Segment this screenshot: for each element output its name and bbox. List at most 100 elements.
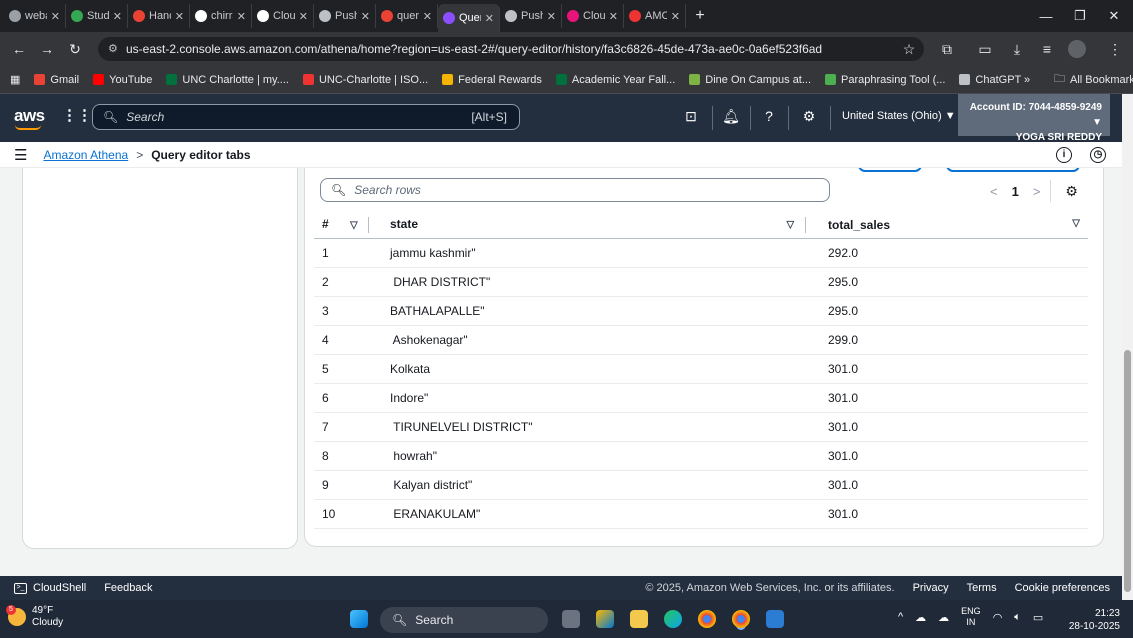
current-page-number[interactable]: 1: [1012, 184, 1019, 199]
close-tab-icon[interactable]: ✕: [423, 10, 432, 23]
column-header-total-sales[interactable]: total_sales ▽: [820, 212, 1088, 239]
sort-icon[interactable]: ▽: [1072, 218, 1080, 229]
notifications-bell-icon[interactable]: 🔔︎: [722, 108, 740, 125]
feedback-link[interactable]: Feedback: [104, 582, 152, 594]
close-tab-icon[interactable]: ✕: [361, 10, 370, 23]
close-tab-icon[interactable]: ✕: [671, 10, 680, 23]
close-tab-icon[interactable]: ✕: [175, 10, 184, 23]
apps-grid-icon[interactable]: ▦: [10, 73, 20, 86]
cloudshell-button[interactable]: >_ CloudShell: [14, 582, 86, 594]
forward-icon[interactable]: →: [36, 41, 58, 57]
previous-page-icon[interactable]: <: [990, 184, 998, 199]
close-tab-icon[interactable]: ✕: [485, 12, 494, 25]
reload-icon[interactable]: ↻: [64, 41, 86, 58]
bookmark-item[interactable]: ChatGPT: [959, 74, 1021, 86]
browser-tab[interactable]: CloudA ✕: [252, 4, 314, 28]
chrome-icon[interactable]: [698, 610, 716, 628]
onedrive-icon[interactable]: ☁: [915, 611, 926, 624]
browser-tab[interactable]: Query ✕: [438, 4, 500, 32]
column-header-num[interactable]: # ▽: [314, 212, 382, 239]
region-selector[interactable]: United States (Ohio) ▼: [842, 110, 956, 122]
minimize-icon[interactable]: —: [1030, 0, 1062, 32]
restore-icon[interactable]: ❐: [1064, 0, 1096, 32]
search-rows-input[interactable]: 🔍︎ Search rows: [320, 178, 830, 202]
close-tab-icon[interactable]: ✕: [299, 10, 308, 23]
help-icon[interactable]: ?: [760, 108, 778, 124]
browser-tab[interactable]: Push fo ✕: [314, 4, 376, 28]
bookmark-item[interactable]: Federal Rewards: [442, 74, 542, 86]
bookmark-item[interactable]: Paraphrasing Tool (...: [825, 74, 945, 86]
table-preferences-icon[interactable]: ⚙: [1065, 183, 1078, 200]
browser-tab[interactable]: chirradi ✕: [190, 4, 252, 28]
bookmark-item[interactable]: Academic Year Fall...: [555, 74, 675, 86]
sort-icon[interactable]: ▽: [350, 220, 358, 231]
battery-icon[interactable]: ▭: [1033, 611, 1043, 624]
browser-tab[interactable]: CloudV ✕: [562, 4, 624, 28]
page-scrollbar[interactable]: [1122, 94, 1133, 600]
taskbar-search[interactable]: 🔍︎ Search: [380, 607, 548, 633]
volume-icon[interactable]: 🔈︎: [1014, 611, 1021, 624]
column-header-state[interactable]: state ▽: [382, 212, 820, 239]
browser-tab[interactable]: webaut ✕: [4, 4, 66, 28]
site-settings-icon[interactable]: ⚙: [108, 42, 118, 55]
language-indicator[interactable]: ENG IN: [961, 606, 981, 628]
windows-start-icon[interactable]: [350, 610, 368, 628]
account-menu[interactable]: Account ID: 7044-4859-9249 ▼ YOGA SRI RE…: [958, 94, 1110, 143]
info-icon[interactable]: i: [1056, 147, 1072, 163]
hamburger-menu-icon[interactable]: ☰: [14, 146, 27, 164]
tools-panel-icon[interactable]: ◷: [1090, 147, 1106, 163]
bookmark-item[interactable]: Gmail: [34, 74, 79, 86]
results-action-button[interactable]: [858, 168, 922, 172]
close-tab-icon[interactable]: ✕: [113, 10, 122, 23]
new-tab-button[interactable]: +: [686, 7, 714, 25]
tray-overflow-icon[interactable]: ^: [898, 611, 903, 623]
extensions-icon[interactable]: ⧉: [934, 32, 960, 66]
browser-tab[interactable]: querie ✕: [376, 4, 438, 28]
address-bar[interactable]: ⚙ us-east-2.console.aws.amazon.com/athen…: [98, 37, 924, 61]
close-window-icon[interactable]: ✕: [1098, 0, 1130, 32]
download-icon[interactable]: ⤓: [1004, 32, 1030, 66]
bookmarks-overflow-icon[interactable]: »: [1024, 74, 1030, 86]
browser-tab[interactable]: AMC S ✕: [624, 4, 686, 28]
file-explorer-icon[interactable]: [630, 610, 648, 628]
profile-avatar[interactable]: [1064, 32, 1090, 66]
reading-list-icon[interactable]: ≡: [1034, 32, 1060, 66]
sort-icon[interactable]: ▽: [787, 216, 806, 233]
all-bookmarks-folder[interactable]: 🗀 All Bookmarks: [1054, 70, 1133, 89]
results-download-button[interactable]: [946, 168, 1080, 172]
next-page-icon[interactable]: >: [1033, 184, 1041, 199]
aws-search-input[interactable]: 🔍︎ Search [Alt+S]: [92, 104, 520, 130]
bookmark-item[interactable]: YouTube: [93, 74, 152, 86]
terms-link[interactable]: Terms: [967, 582, 997, 594]
bookmark-item[interactable]: UNC-Charlotte | ISO...: [302, 74, 428, 86]
chrome-active-icon[interactable]: [732, 610, 750, 628]
tab-search-icon[interactable]: ▭: [972, 32, 998, 66]
breadcrumb-athena-link[interactable]: Amazon Athena: [43, 148, 128, 162]
browser-tab[interactable]: Push fo ✕: [500, 4, 562, 28]
close-tab-icon[interactable]: ✕: [51, 10, 60, 23]
aws-logo[interactable]: aws: [14, 106, 45, 130]
weather-widget[interactable]: 5 49°F Cloudy: [6, 605, 63, 629]
close-tab-icon[interactable]: ✕: [237, 10, 246, 23]
back-icon[interactable]: ←: [8, 41, 30, 57]
cloudshell-icon[interactable]: ⊡: [682, 108, 700, 125]
bookmark-item[interactable]: UNC Charlotte | my....: [166, 74, 289, 86]
close-tab-icon[interactable]: ✕: [609, 10, 618, 23]
task-view-icon[interactable]: [562, 610, 580, 628]
widgets-app-icon[interactable]: [596, 610, 614, 628]
scrollbar-thumb[interactable]: [1124, 350, 1131, 592]
close-tab-icon[interactable]: ✕: [547, 10, 556, 23]
browser-tab[interactable]: Hands ✕: [128, 4, 190, 28]
wifi-icon[interactable]: ◠: [993, 611, 1003, 624]
clock[interactable]: 21:23 28-10-2025: [1068, 607, 1120, 633]
cookie-preferences-link[interactable]: Cookie preferences: [1015, 582, 1110, 594]
browser-tab[interactable]: Studen ✕: [66, 4, 128, 28]
privacy-link[interactable]: Privacy: [913, 582, 949, 594]
cloud-icon[interactable]: ☁: [938, 611, 949, 624]
settings-gear-icon[interactable]: ⚙: [800, 108, 818, 125]
bookmark-item[interactable]: Dine On Campus at...: [689, 74, 811, 86]
browser-menu-icon[interactable]: ⋮: [1102, 32, 1128, 66]
word-app-icon[interactable]: [766, 610, 784, 628]
bookmark-star-icon[interactable]: ☆: [896, 32, 922, 66]
edge-browser-icon[interactable]: [664, 610, 682, 628]
